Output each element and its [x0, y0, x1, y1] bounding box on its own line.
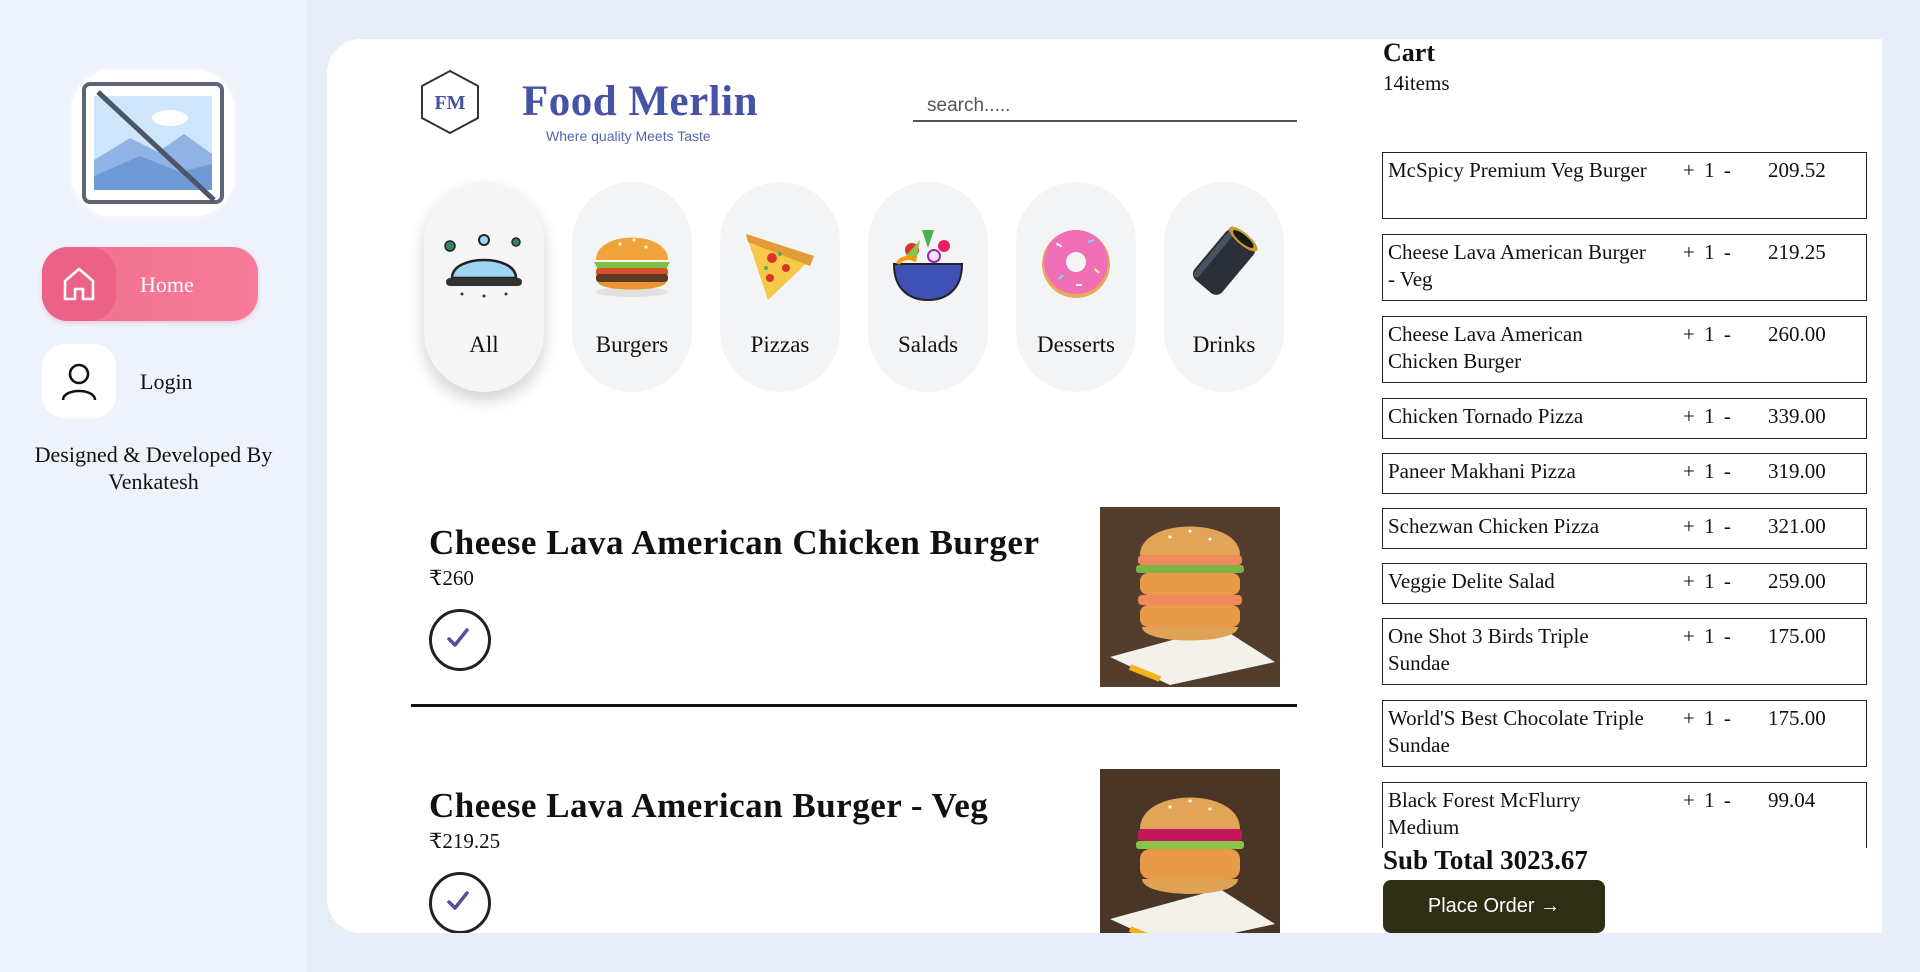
nav-login-label: Login	[140, 369, 193, 394]
cart-item: World'S Best Chocolate Triple Sundae + 1…	[1382, 700, 1867, 767]
item-divider	[411, 704, 1297, 707]
credit-line: Designed & Developed By	[34, 442, 273, 467]
cart-item-name: Cheese Lava American Chicken Burger	[1388, 322, 1583, 373]
cart-item-price: 175.00	[1768, 706, 1826, 730]
sidebar: Home Login Designed & Developed By Venka…	[0, 0, 307, 972]
category-desserts[interactable]: Desserts	[1016, 182, 1136, 392]
can-icon	[1192, 226, 1258, 295]
cart-item: Veggie Delite Salad + 1 - 259.00	[1382, 563, 1867, 604]
avatar	[72, 70, 234, 216]
quantity-stepper[interactable]: + 1 -	[1683, 321, 1731, 348]
quantity-stepper[interactable]: + 1 -	[1683, 787, 1731, 814]
logo-mark: FM	[434, 92, 465, 114]
credit-text: Designed & Developed By Venkatesh	[0, 441, 307, 495]
cart-item-price: 259.00	[1768, 569, 1826, 593]
cart-item-name: One Shot 3 Birds Triple Sundae	[1388, 624, 1589, 675]
home-icon	[42, 247, 116, 321]
cart-item: Chicken Tornado Pizza + 1 - 339.00	[1382, 398, 1867, 439]
item-title: Cheese Lava American Burger - Veg	[429, 786, 989, 825]
credit-author: Venkatesh	[108, 469, 199, 494]
category-burgers[interactable]: Burgers	[572, 182, 692, 392]
broken-image-icon	[82, 82, 224, 204]
cart-item: Schezwan Chicken Pizza + 1 - 321.00	[1382, 508, 1867, 549]
donut-icon	[1042, 230, 1110, 298]
cart-title: Cart	[1383, 38, 1435, 67]
category-label: Drinks	[1192, 332, 1256, 357]
nav-home[interactable]: Home	[42, 247, 258, 321]
salad-icon	[892, 230, 964, 302]
category-label: Burgers	[595, 332, 669, 357]
brand-name: Food Merlin	[522, 78, 758, 125]
category-label: All	[469, 332, 499, 357]
logo-icon: FM	[421, 69, 479, 135]
category-salads[interactable]: Salads	[868, 182, 988, 392]
cart-item-name: Veggie Delite Salad	[1388, 569, 1555, 593]
brand-tagline: Where quality Meets Taste	[546, 128, 711, 144]
cart-subtotal: Sub Total 3023.67	[1383, 845, 1588, 875]
category-pizzas[interactable]: Pizzas	[720, 182, 840, 392]
category-drinks[interactable]: Drinks	[1164, 182, 1284, 392]
check-icon	[447, 891, 469, 910]
quantity-stepper[interactable]: + 1 -	[1683, 705, 1731, 732]
cart-item-name: Chicken Tornado Pizza	[1388, 404, 1584, 428]
cart-item-price: 175.00	[1768, 624, 1826, 648]
cart-item-name: World'S Best Chocolate Triple Sundae	[1388, 706, 1644, 757]
cart-item-name: McSpicy Premium Veg Burger	[1388, 158, 1647, 182]
cart-item-name: Paneer Makhani Pizza	[1388, 459, 1576, 483]
cart-item: One Shot 3 Birds Triple Sundae + 1 - 175…	[1382, 618, 1867, 685]
quantity-stepper[interactable]: + 1 -	[1683, 239, 1731, 266]
cart-item: Cheese Lava American Burger - Veg + 1 - …	[1382, 234, 1867, 301]
burger-icon	[594, 237, 670, 297]
cart-item-price: 99.04	[1768, 788, 1816, 812]
cart-item: Paneer Makhani Pizza + 1 - 319.00	[1382, 453, 1867, 494]
category-all[interactable]: All	[424, 182, 544, 392]
cart-item: Black Forest McFlurry Medium + 1 - 99.04	[1382, 782, 1867, 848]
cart-list[interactable]: McSpicy Premium Veg Burger + 1 - 209.52 …	[1382, 152, 1872, 848]
add-to-cart-button[interactable]	[429, 609, 491, 671]
category-label: Pizzas	[750, 332, 810, 357]
cart-item: McSpicy Premium Veg Burger + 1 - 209.52	[1382, 152, 1867, 219]
add-to-cart-button[interactable]	[429, 872, 491, 933]
quantity-stepper[interactable]: + 1 -	[1683, 623, 1731, 650]
pizza-icon	[746, 234, 814, 300]
check-icon	[447, 628, 469, 647]
cart-item-price: 219.25	[1768, 240, 1826, 264]
category-label: Salads	[897, 332, 959, 357]
cart-item-price: 319.00	[1768, 459, 1826, 483]
quantity-stepper[interactable]: + 1 -	[1683, 458, 1731, 485]
cart-item-name: Black Forest McFlurry Medium	[1388, 788, 1581, 839]
cloche-icon	[444, 234, 522, 298]
cart-item-price: 209.52	[1768, 158, 1826, 182]
nav-home-label: Home	[140, 272, 194, 297]
cart-count: 14items	[1383, 71, 1450, 95]
cart-item-price: 321.00	[1768, 514, 1826, 538]
item-title: Cheese Lava American Chicken Burger	[429, 523, 1040, 562]
cart-item-name: Schezwan Chicken Pizza	[1388, 514, 1600, 538]
category-label: Desserts	[1037, 332, 1115, 357]
place-order-button[interactable]: Place Order →	[1383, 880, 1605, 933]
search-input[interactable]	[913, 92, 1297, 122]
nav-login[interactable]: Login	[42, 344, 258, 418]
user-icon	[42, 344, 116, 418]
cart-item: Cheese Lava American Chicken Burger + 1 …	[1382, 316, 1867, 383]
quantity-stepper[interactable]: + 1 -	[1683, 513, 1731, 540]
cart-item-price: 339.00	[1768, 404, 1826, 428]
cart-item-price: 260.00	[1768, 322, 1826, 346]
item-price: ₹219.25	[429, 829, 501, 853]
item-price: ₹260	[429, 566, 474, 590]
cart-item-name: Cheese Lava American Burger - Veg	[1388, 240, 1646, 291]
quantity-stepper[interactable]: + 1 -	[1683, 568, 1731, 595]
quantity-stepper[interactable]: + 1 -	[1683, 403, 1731, 430]
item-image	[1100, 769, 1280, 933]
item-image	[1100, 507, 1280, 687]
quantity-stepper[interactable]: + 1 -	[1683, 157, 1731, 184]
